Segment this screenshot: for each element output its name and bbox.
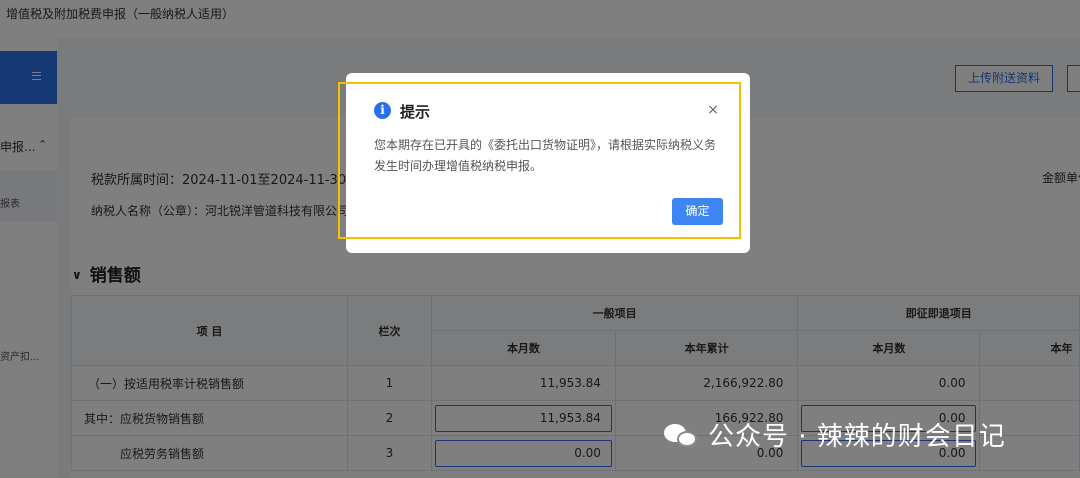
watermark-text: 公众号 · 辣辣的财会日记 <box>708 422 1006 452</box>
confirm-button[interactable]: 确定 <box>672 198 723 225</box>
wechat-icon <box>664 422 698 448</box>
dialog-message: 您本期存在已开具的《委托出口货物证明》，请根据实际纳税义务发生时间办理增值税纳税… <box>374 138 717 173</box>
watermark: 公众号 · 辣辣的财会日记 <box>664 416 1006 453</box>
info-icon: i <box>374 102 391 119</box>
notice-dialog: i 提示 × 您本期存在已开具的《委托出口货物证明》，请根据实际纳税义务发生时间… <box>346 73 750 253</box>
close-icon[interactable]: × <box>705 102 721 118</box>
dialog-title: 提示 <box>400 103 431 121</box>
